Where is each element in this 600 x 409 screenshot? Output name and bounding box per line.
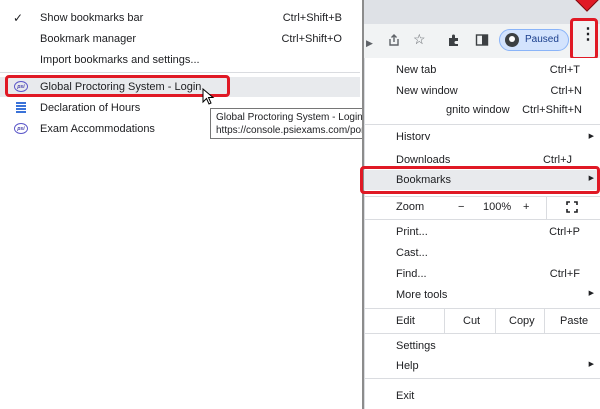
copy-button[interactable]: Copy <box>509 315 535 327</box>
menu-label: History <box>396 131 431 140</box>
submenu-arrow-icon: ▶ <box>588 133 594 140</box>
import-bookmarks-item[interactable]: Import bookmarks and settings... <box>0 50 360 70</box>
paste-button[interactable]: Paste <box>560 315 588 327</box>
edit-divider <box>495 309 496 333</box>
menu-label: gnito window <box>446 104 510 116</box>
cut-button[interactable]: Cut <box>463 315 480 327</box>
menu-print[interactable]: Print... Ctrl+P <box>364 222 600 242</box>
profile-icon <box>505 33 519 47</box>
menu-label: Help <box>396 360 419 372</box>
bookmark-manager-item[interactable]: Bookmark manager Ctrl+Shift+O <box>0 29 360 49</box>
kebab-menu-icon: ⋮ <box>580 26 596 43</box>
menu-label: Edit <box>396 315 415 327</box>
bookmark-label: Exam Accommodations <box>40 123 155 135</box>
bookmarks-submenu: ✓ Show bookmarks bar Ctrl+Shift+B Bookma… <box>0 0 360 409</box>
share-icon[interactable] <box>387 33 401 47</box>
menu-new-tab[interactable]: New tab Ctrl+T <box>364 60 600 80</box>
dropdown-arrow-icon[interactable]: ▶ <box>366 34 373 52</box>
menu-edit: Edit Cut Copy Paste <box>364 309 600 333</box>
submenu-arrow-icon: ▶ <box>588 290 594 297</box>
profile-paused-button[interactable]: Paused <box>499 29 569 51</box>
zoom-divider <box>546 197 547 219</box>
menu-label: Print... <box>396 226 428 238</box>
tab-strip <box>364 0 600 24</box>
check-icon: ✓ <box>13 11 24 25</box>
zoom-in-button[interactable]: + <box>523 201 529 213</box>
menu-divider <box>364 378 600 379</box>
bookmark-manager-shortcut: Ctrl+Shift+O <box>281 33 342 45</box>
menu-settings[interactable]: Settings <box>364 336 600 356</box>
menu-shortcut: Ctrl+J <box>542 154 572 166</box>
edit-divider <box>544 309 545 333</box>
menu-divider <box>364 124 600 125</box>
psi-favicon-icon: psi <box>14 123 28 134</box>
show-bookmarks-bar-shortcut: Ctrl+Shift+B <box>282 12 342 24</box>
menu-more-tools[interactable]: More tools ▶ <box>364 285 600 305</box>
menu-shortcut: Ctrl+Shift+N <box>522 104 582 116</box>
menu-label: Find... <box>396 268 427 280</box>
menu-divider <box>364 333 600 334</box>
document-icon <box>16 102 26 114</box>
side-panel-icon[interactable] <box>475 33 489 47</box>
zoom-level: 100% <box>483 201 512 213</box>
bookmarks-highlight-box <box>360 166 600 194</box>
bookmark-label: Declaration of Hours <box>40 102 141 114</box>
menu-find[interactable]: Find... Ctrl+F <box>364 264 600 284</box>
menu-label: Zoom <box>396 201 425 213</box>
menu-label: Settings <box>396 340 436 352</box>
chrome-menu-button[interactable]: ⋮ <box>570 18 598 60</box>
menu-new-window[interactable]: New window Ctrl+N <box>364 81 600 101</box>
menu-shortcut: Ctrl+N <box>550 85 582 97</box>
menu-exit[interactable]: Exit <box>364 386 600 406</box>
submenu-arrow-icon: ▶ <box>588 361 594 368</box>
edit-divider <box>444 309 445 333</box>
menu-shortcut: Ctrl+F <box>549 268 580 280</box>
profile-status-label: Paused <box>525 34 559 45</box>
menu-label: New tab <box>396 64 437 76</box>
import-bookmarks-label: Import bookmarks and settings... <box>40 54 200 66</box>
menu-label: More tools <box>396 289 448 301</box>
menu-divider <box>364 219 600 220</box>
menu-label: New window <box>396 85 458 97</box>
menu-new-incognito-window[interactable]: gnito window Ctrl+Shift+N <box>364 100 600 120</box>
menu-label: Downloads <box>396 154 451 166</box>
mouse-cursor-icon <box>202 88 215 105</box>
menu-cast[interactable]: Cast... <box>364 243 600 263</box>
extensions-icon[interactable] <box>447 33 461 47</box>
fullscreen-icon[interactable] <box>566 201 578 213</box>
menu-help[interactable]: Help ▶ <box>364 356 600 376</box>
show-bookmarks-bar-item[interactable]: ✓ Show bookmarks bar Ctrl+Shift+B <box>0 8 360 28</box>
menu-label: Exit <box>396 390 415 402</box>
menu-shortcut: Ctrl+T <box>549 64 580 76</box>
menu-label: Cast... <box>396 247 428 259</box>
menu-zoom: Zoom − 100% + <box>364 197 600 219</box>
bookmark-highlight-box <box>5 75 230 97</box>
star-icon[interactable]: ☆ <box>413 30 426 48</box>
bookmark-manager-label: Bookmark manager <box>40 33 136 45</box>
menu-shortcut: Ctrl+P <box>549 226 580 238</box>
menu-history[interactable]: History ▶ <box>364 130 600 140</box>
submenu-divider <box>0 72 360 73</box>
zoom-out-button[interactable]: − <box>458 201 464 213</box>
show-bookmarks-bar-label: Show bookmarks bar <box>40 12 144 24</box>
